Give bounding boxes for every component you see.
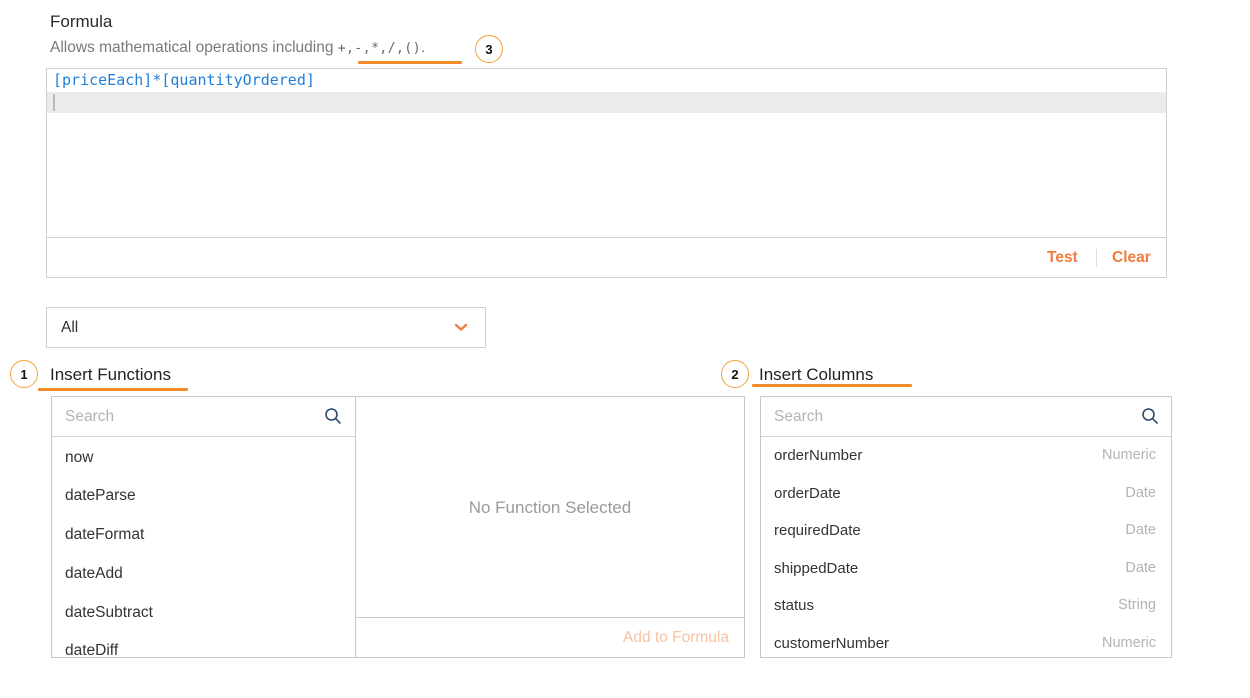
column-name: orderDate [774, 485, 841, 502]
column-item-ordernumber[interactable]: orderNumber Numeric [761, 437, 1171, 474]
function-item-dateadd[interactable]: dateAdd [52, 554, 355, 592]
column-item-status[interactable]: status String [761, 587, 1171, 624]
clear-button[interactable]: Clear [1112, 249, 1151, 267]
function-item-dateformat[interactable]: dateFormat [52, 515, 355, 553]
columns-highlight-underline [752, 384, 912, 387]
column-name: orderNumber [774, 447, 863, 464]
no-function-selected-message: No Function Selected [468, 498, 632, 517]
function-item-label: dateFormat [65, 526, 145, 543]
function-item-label: dateDiff [65, 642, 119, 658]
text-cursor [53, 94, 55, 111]
function-category-select[interactable]: All [46, 307, 486, 348]
function-item-dateparse[interactable]: dateParse [52, 476, 355, 514]
chevron-down-icon [453, 319, 469, 340]
functions-list-panel: now dateParse dateFormat dateAdd dateSub… [51, 396, 356, 658]
callout-badge-1: 1 [10, 360, 38, 388]
functions-search-input[interactable] [65, 406, 295, 428]
function-item-label: now [65, 449, 94, 466]
formula-operators: +,-,*,/,() [337, 41, 422, 56]
function-item-datediff[interactable]: dateDiff [52, 631, 355, 658]
add-to-formula-button[interactable]: Add to Formula [623, 629, 729, 647]
column-type: String [1118, 597, 1156, 613]
function-item-label: dateParse [65, 487, 136, 504]
operators-highlight-underline [358, 61, 462, 64]
function-detail-footer: Add to Formula [356, 617, 744, 657]
function-item-datesubtract[interactable]: dateSubtract [52, 593, 355, 631]
column-type: Date [1125, 522, 1156, 538]
editor-footer: Test Clear [47, 237, 1166, 277]
search-icon[interactable] [1141, 407, 1159, 430]
column-name: shippedDate [774, 560, 859, 577]
callout-badge-3: 3 [475, 35, 503, 63]
function-item-now[interactable]: now [52, 438, 355, 476]
formula-description: Allows mathematical operations including… [50, 39, 425, 57]
formula-description-text: Allows mathematical operations including [50, 39, 338, 56]
columns-search-row [761, 397, 1171, 437]
formula-expression[interactable]: [priceEach]*[quantityOrdered] [53, 71, 315, 89]
footer-divider [1096, 249, 1097, 267]
column-type: Numeric [1102, 447, 1156, 463]
test-button[interactable]: Test [1047, 249, 1078, 267]
column-name: customerNumber [774, 635, 890, 652]
column-name: requiredDate [774, 522, 861, 539]
formula-editor[interactable]: [priceEach]*[quantityOrdered] Test Clear [46, 68, 1167, 278]
column-type: Date [1125, 485, 1156, 501]
selected-category: All [61, 319, 79, 336]
functions-highlight-underline [38, 388, 188, 391]
insert-functions-title: Insert Functions [50, 365, 171, 384]
column-name: status [774, 597, 815, 614]
editor-active-line[interactable] [47, 92, 1166, 113]
formula-description-end: . [421, 39, 426, 56]
formula-title: Formula [50, 12, 113, 31]
function-item-label: dateAdd [65, 565, 123, 582]
insert-columns-title: Insert Columns [759, 365, 874, 384]
column-item-customernumber[interactable]: customerNumber Numeric [761, 625, 1171, 657]
functions-search-row [52, 397, 355, 437]
column-type: Date [1125, 560, 1156, 576]
search-icon[interactable] [324, 407, 342, 430]
column-item-requireddate[interactable]: requiredDate Date [761, 512, 1171, 549]
column-type: Numeric [1102, 635, 1156, 651]
column-item-orderdate[interactable]: orderDate Date [761, 475, 1171, 512]
columns-list-panel: orderNumber Numeric orderDate Date require… [760, 396, 1172, 658]
callout-badge-2: 2 [721, 360, 749, 388]
column-item-shippeddate[interactable]: shippedDate Date [761, 550, 1171, 587]
columns-search-input[interactable] [774, 406, 1104, 428]
function-detail-panel: No Function Selected Add to Formula [355, 396, 745, 658]
function-item-label: dateSubtract [65, 604, 153, 621]
